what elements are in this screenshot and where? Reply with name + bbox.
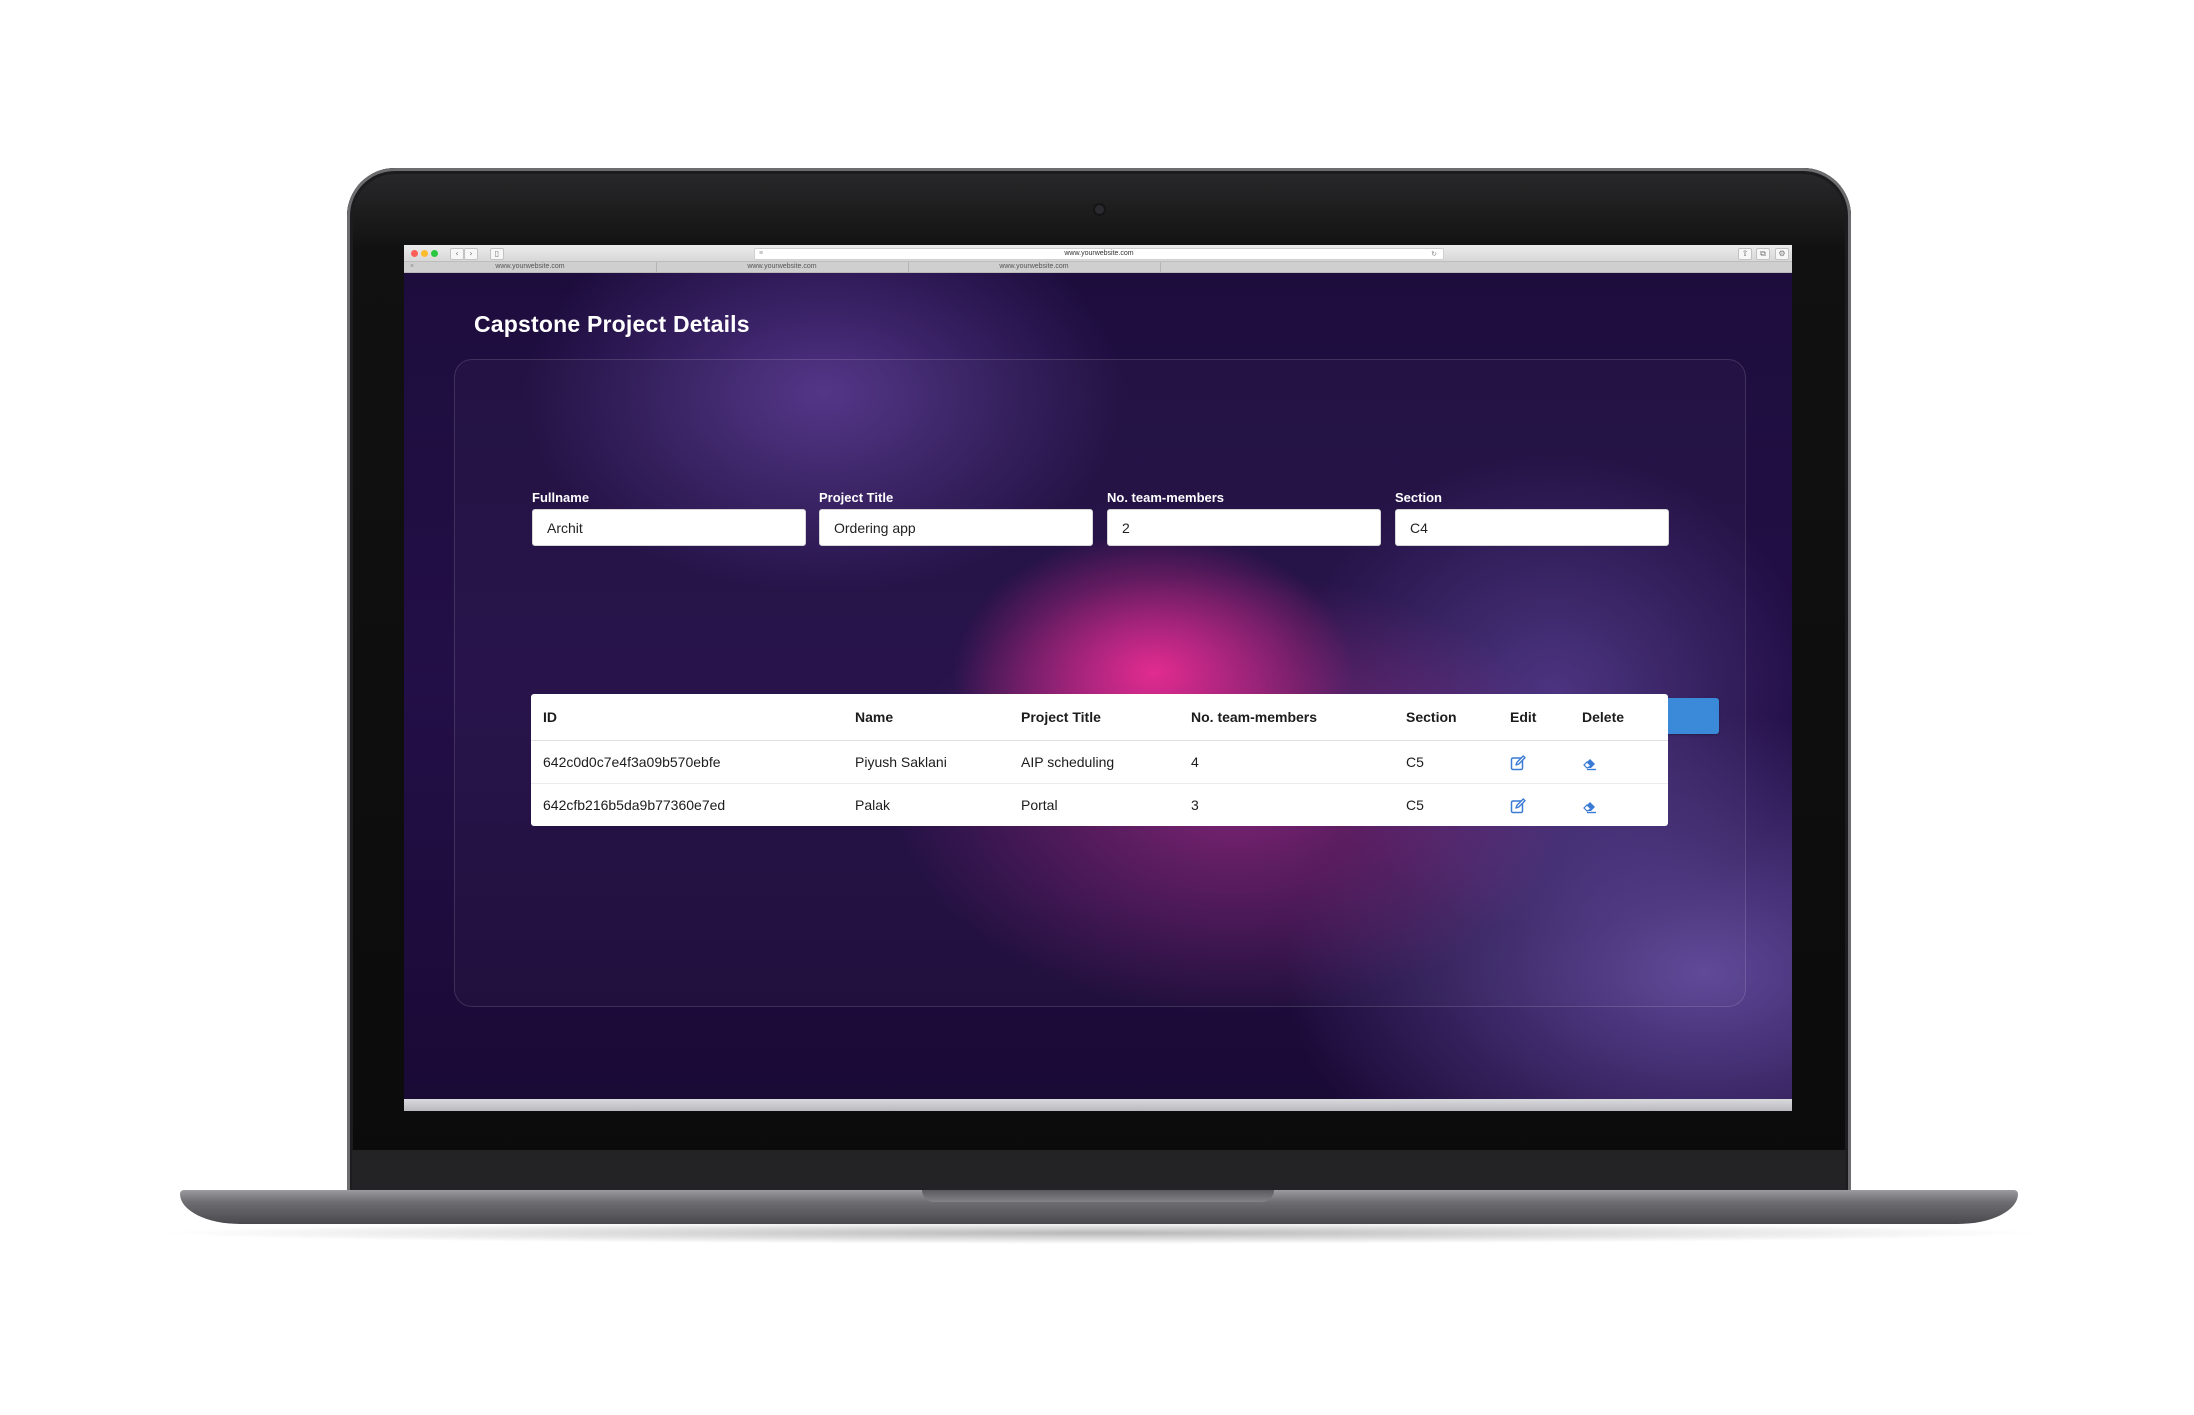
sidebar-icon[interactable]: ▯ bbox=[490, 248, 504, 260]
column-header-edit: Edit bbox=[1498, 694, 1570, 741]
team-members-field: No. team-members bbox=[1107, 490, 1381, 546]
section-input[interactable] bbox=[1395, 509, 1669, 546]
maximize-window-button[interactable] bbox=[431, 250, 438, 257]
cell-project-title: AIP scheduling bbox=[1009, 741, 1179, 784]
browser-toolbar: ‹ › ▯ ≡ www.yourwebsite.com ↻ ⇧ ⧉ ⚙ bbox=[404, 245, 1792, 262]
cell-name: Piyush Saklani bbox=[843, 741, 1009, 784]
laptop-notch bbox=[922, 1190, 1274, 1202]
reload-icon[interactable]: ↻ bbox=[1431, 249, 1437, 259]
page-content: Capstone Project Details Fullname Projec… bbox=[404, 273, 1792, 1099]
projects-table: ID Name Project Title No. team-members S… bbox=[531, 694, 1668, 826]
cell-id: 642cfb216b5da9b77360e7ed bbox=[543, 797, 726, 813]
screen-bottom-edge bbox=[404, 1099, 1792, 1111]
edit-icon[interactable] bbox=[1510, 797, 1526, 814]
reader-icon: ≡ bbox=[759, 250, 764, 257]
column-header-team-members: No. team-members bbox=[1179, 694, 1394, 741]
edit-icon[interactable] bbox=[1510, 754, 1526, 771]
cell-section: C5 bbox=[1394, 741, 1498, 784]
settings-icon[interactable]: ⚙ bbox=[1775, 248, 1789, 260]
cell-delete bbox=[1570, 741, 1668, 784]
cell-edit bbox=[1498, 784, 1570, 826]
tabs-overview-icon[interactable]: ⧉ bbox=[1756, 248, 1770, 260]
column-header-project-title: Project Title bbox=[1009, 694, 1179, 741]
form-card: Fullname Project Title No. team-members … bbox=[454, 359, 1746, 1007]
fullname-input[interactable] bbox=[532, 509, 806, 546]
project-title-input[interactable] bbox=[819, 509, 1093, 546]
table-row: 642cfb216b5da9b77360e7ed Palak Portal 3 … bbox=[531, 784, 1668, 826]
project-title-field: Project Title bbox=[819, 490, 1093, 546]
share-icon[interactable]: ⇧ bbox=[1738, 248, 1752, 260]
column-header-delete: Delete bbox=[1570, 694, 1668, 741]
close-window-button[interactable] bbox=[411, 250, 418, 257]
page-title: Capstone Project Details bbox=[474, 311, 750, 337]
cell-id: 642c0d0c7e4f3a09b570ebfe bbox=[531, 741, 843, 784]
table-row: 642c0d0c7e4f3a09b570ebfe Piyush Saklani … bbox=[531, 741, 1668, 784]
address-bar[interactable]: ≡ www.yourwebsite.com ↻ bbox=[754, 248, 1444, 260]
cell-name: Palak bbox=[855, 797, 891, 813]
cell-team-members: 4 bbox=[1179, 741, 1394, 784]
eraser-icon[interactable] bbox=[1582, 798, 1598, 814]
team-members-label: No. team-members bbox=[1107, 490, 1225, 505]
back-arrow-icon[interactable]: ‹ bbox=[450, 248, 464, 260]
cell-project-title: Portal bbox=[1021, 797, 1058, 813]
browser-tab-3[interactable]: www.yourwebsite.com bbox=[908, 262, 1161, 272]
cell-team-members: 3 bbox=[1191, 797, 1199, 813]
team-members-input[interactable] bbox=[1107, 509, 1381, 546]
column-header-name: Name bbox=[843, 694, 1009, 741]
browser-tab-2[interactable]: www.yourwebsite.com bbox=[656, 262, 909, 272]
cell-edit bbox=[1498, 741, 1570, 784]
address-url: www.yourwebsite.com bbox=[1064, 250, 1134, 257]
column-header-id: ID bbox=[531, 694, 843, 741]
forward-arrow-icon[interactable]: › bbox=[464, 248, 478, 260]
camera-icon bbox=[1095, 205, 1104, 214]
eraser-icon[interactable] bbox=[1582, 755, 1598, 771]
section-field: Section bbox=[1395, 490, 1669, 546]
column-header-section: Section bbox=[1394, 694, 1498, 741]
laptop-shadow bbox=[150, 1222, 2050, 1244]
cell-section: C5 bbox=[1406, 797, 1424, 813]
fullname-field: Fullname bbox=[532, 490, 806, 546]
project-title-label: Project Title bbox=[819, 490, 894, 505]
browser-tab-1[interactable]: www.yourwebsite.com bbox=[404, 262, 657, 272]
section-label: Section bbox=[1395, 490, 1442, 505]
browser-tabs: × www.yourwebsite.com www.yourwebsite.co… bbox=[404, 262, 1792, 273]
laptop-chin bbox=[352, 1150, 1846, 1192]
fullname-label: Fullname bbox=[532, 490, 590, 505]
laptop-screen: ‹ › ▯ ≡ www.yourwebsite.com ↻ ⇧ ⧉ ⚙ × ww… bbox=[404, 245, 1792, 1111]
cell-delete bbox=[1570, 784, 1668, 826]
minimize-window-button[interactable] bbox=[421, 250, 428, 257]
table-header-row: ID Name Project Title No. team-members S… bbox=[531, 694, 1668, 741]
